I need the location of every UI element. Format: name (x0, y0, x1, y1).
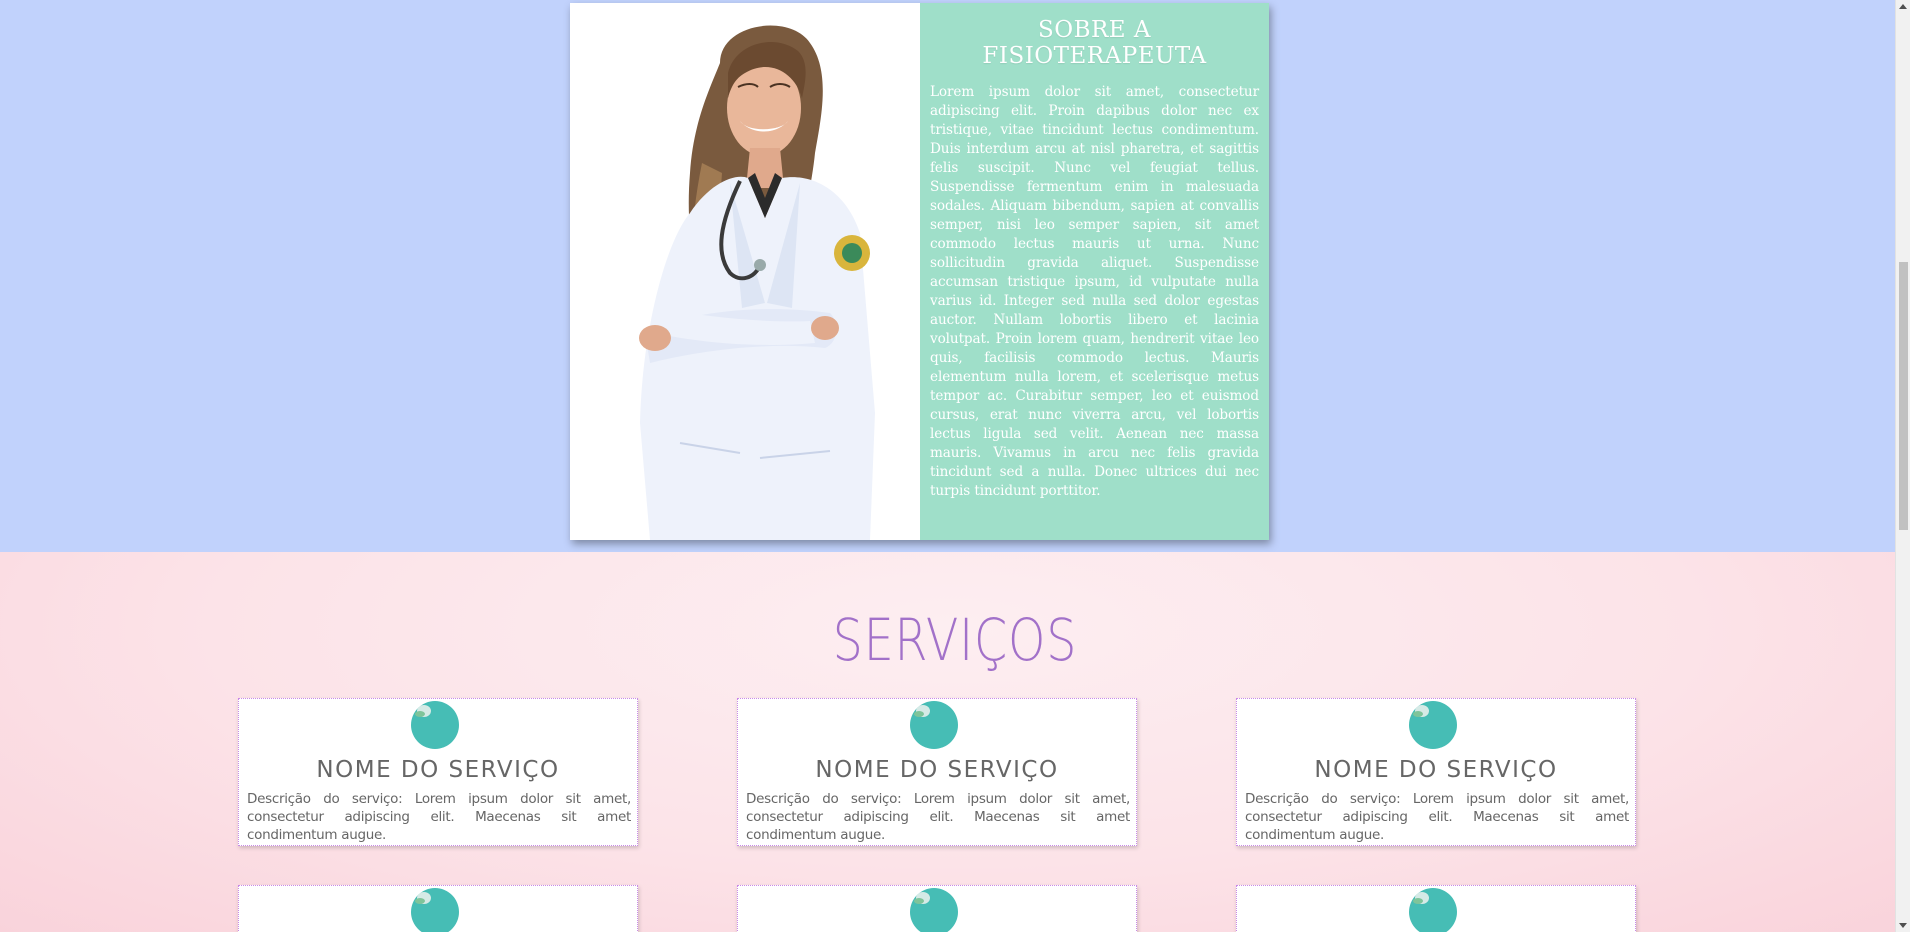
service-logo-icon (411, 701, 459, 749)
services-title: SERVIÇOS (832, 606, 1078, 674)
physiotherapist-illustration (639, 25, 875, 540)
service-description: Descrição do serviço: Lorem ipsum dolor … (247, 791, 631, 843)
about-card: SOBRE A FISIOTERAPEUTA Lorem ipsum dolor… (570, 3, 1269, 540)
service-card[interactable]: NOME DO SERVIÇO Descrição do serviço: Lo… (238, 698, 638, 846)
scroll-down-icon[interactable] (1899, 923, 1907, 928)
service-logo-icon (1409, 888, 1457, 932)
service-description: Descrição do serviço: Lorem ipsum dolor … (1245, 791, 1629, 843)
service-description: Descrição do serviço: Lorem ipsum dolor … (746, 791, 1130, 843)
about-body: Lorem ipsum dolor sit amet, consectetur … (930, 84, 1259, 499)
about-text-panel: SOBRE A FISIOTERAPEUTA Lorem ipsum dolor… (920, 3, 1269, 540)
service-logo-icon (1409, 701, 1457, 749)
service-card[interactable] (238, 885, 638, 932)
service-name: NOME DO SERVIÇO (815, 757, 1059, 783)
service-card[interactable]: NOME DO SERVIÇO Descrição do serviço: Lo… (1236, 698, 1636, 846)
service-name: NOME DO SERVIÇO (1314, 757, 1558, 783)
about-title: SOBRE A FISIOTERAPEUTA (982, 17, 1207, 69)
scrollbar-thumb[interactable] (1899, 262, 1908, 530)
service-card[interactable] (1236, 885, 1636, 932)
service-card[interactable] (737, 885, 1137, 932)
service-name: NOME DO SERVIÇO (316, 757, 560, 783)
physiotherapist-photo (570, 3, 920, 540)
service-logo-icon (910, 888, 958, 932)
service-logo-icon (910, 701, 958, 749)
scroll-up-icon[interactable] (1899, 4, 1907, 9)
page-scrollbar[interactable] (1895, 0, 1910, 932)
service-card[interactable]: NOME DO SERVIÇO Descrição do serviço: Lo… (737, 698, 1137, 846)
service-logo-icon (411, 888, 459, 932)
